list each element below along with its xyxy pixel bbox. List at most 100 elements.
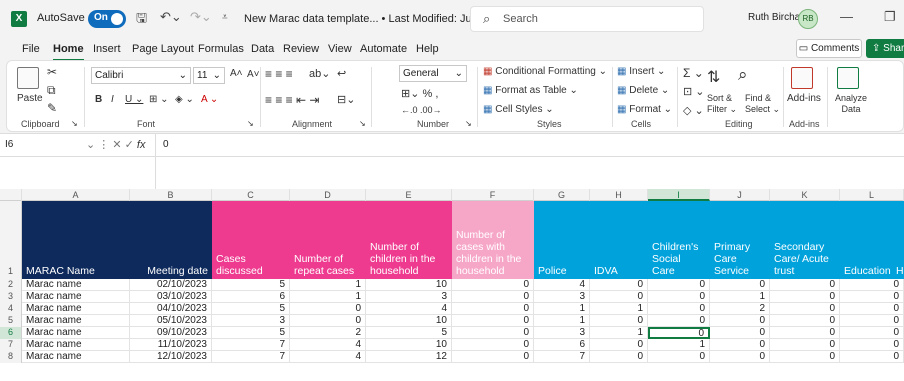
insert-cells-button[interactable]: ▦ Insert ⌄ — [617, 66, 665, 77]
table-cell[interactable]: 0 — [770, 351, 840, 363]
table-cell[interactable]: 3 — [212, 315, 290, 327]
name-box[interactable]: I6 — [5, 139, 13, 150]
header-repeat-cases[interactable]: Number of repeat cases — [290, 201, 366, 279]
tab-data[interactable]: Data — [251, 43, 274, 55]
table-cell[interactable]: 0 — [452, 279, 534, 291]
table-cell[interactable]: 0 — [452, 339, 534, 351]
sort-filter-icon[interactable]: ⇅ — [707, 67, 720, 87]
header-education[interactable]: Education — [840, 201, 896, 279]
cancel-icon[interactable]: ✕ — [112, 139, 121, 151]
table-cell[interactable]: 0 — [840, 327, 904, 339]
table-cell[interactable]: 3 — [534, 291, 590, 303]
table-cell[interactable]: 1 — [534, 315, 590, 327]
table-cell[interactable]: 5 — [212, 279, 290, 291]
format-as-table-button[interactable]: ▦ Format as Table ⌄ — [483, 85, 578, 96]
table-cell[interactable]: 0 — [452, 315, 534, 327]
header-idva[interactable]: IDVA — [590, 201, 648, 279]
row-header-3[interactable]: 3 — [0, 291, 22, 303]
header-police[interactable]: Police — [534, 201, 590, 279]
tab-file[interactable]: File — [22, 43, 40, 55]
table-cell[interactable]: 02/10/2023 — [130, 279, 212, 291]
clear-icon[interactable]: ◇ ⌄ — [683, 104, 704, 117]
currency-icon[interactable]: ⊞⌄ % , — [401, 87, 438, 100]
table-cell[interactable]: 0 — [648, 351, 710, 363]
table-cell[interactable]: 6 — [534, 339, 590, 351]
wrap-text-icon[interactable]: ↩ — [337, 67, 346, 80]
merge-center-icon[interactable]: ⊟⌄ — [337, 93, 355, 106]
format-cells-button[interactable]: ▦ Format ⌄ — [617, 104, 672, 115]
table-cell[interactable]: 5 — [212, 327, 290, 339]
table-cell[interactable]: 0 — [452, 327, 534, 339]
table-cell[interactable]: 0 — [648, 303, 710, 315]
addins-button[interactable]: Add-ins — [787, 93, 821, 104]
table-cell[interactable]: 0 — [710, 327, 770, 339]
column-header-a[interactable]: A — [22, 189, 130, 201]
increase-font-icon[interactable]: A˄ — [230, 68, 243, 79]
table-cell[interactable]: 0 — [590, 339, 648, 351]
font-size-select[interactable]: 11 ⌄ — [193, 67, 225, 84]
table-cell[interactable]: 10 — [366, 339, 452, 351]
table-cell[interactable]: 3 — [366, 291, 452, 303]
row-header-8[interactable]: 8 — [0, 351, 22, 363]
table-cell[interactable]: 2 — [710, 303, 770, 315]
table-cell[interactable]: 0 — [840, 303, 904, 315]
column-header-c[interactable]: C — [212, 189, 290, 201]
search-box[interactable]: ⌕ Search — [470, 6, 704, 32]
comments-button[interactable]: ▭ Comments — [796, 39, 862, 58]
table-cell[interactable]: 7 — [534, 351, 590, 363]
table-cell[interactable]: 0 — [770, 339, 840, 351]
tab-formulas[interactable]: Formulas — [198, 43, 244, 55]
table-cell[interactable]: Marac name — [22, 339, 130, 351]
table-cell[interactable]: 0 — [840, 351, 904, 363]
header-cases-with-children[interactable]: Number of cases with children in the hou… — [452, 201, 534, 279]
header-childrens-social-care[interactable]: Children's Social Care — [648, 201, 710, 279]
font-color-icon[interactable]: A ⌄ — [201, 94, 218, 105]
select-all-corner[interactable] — [0, 189, 22, 201]
table-cell[interactable]: 0 — [710, 339, 770, 351]
column-header-i[interactable]: I — [648, 189, 710, 201]
table-cell[interactable]: 6 — [212, 291, 290, 303]
find-select-button[interactable]: Find & Select ⌄ — [745, 93, 783, 115]
table-cell[interactable]: 3 — [534, 327, 590, 339]
worksheet-grid[interactable]: A B C D E F G H I J K L 1 MARAC Name Mee… — [0, 189, 904, 381]
italic-icon[interactable]: I — [111, 94, 114, 105]
row-header-6[interactable]: 6 — [0, 327, 22, 339]
font-name-select[interactable]: Calibri ⌄ — [91, 67, 191, 84]
table-cell[interactable]: 0 — [770, 303, 840, 315]
table-cell[interactable]: 0 — [648, 279, 710, 291]
cell-styles-button[interactable]: ▦ Cell Styles ⌄ — [483, 104, 554, 115]
table-cell[interactable]: 4 — [534, 279, 590, 291]
orientation-icon[interactable]: ab⌄ — [309, 67, 330, 80]
table-cell[interactable]: Marac name — [22, 315, 130, 327]
table-cell[interactable]: 0 — [648, 291, 710, 303]
table-cell[interactable]: 1 — [710, 291, 770, 303]
restore-icon[interactable]: ❐ — [884, 9, 896, 25]
column-header-k[interactable]: K — [770, 189, 840, 201]
table-cell[interactable]: 5 — [212, 303, 290, 315]
table-cell[interactable]: 03/10/2023 — [130, 291, 212, 303]
alignment-launcher-icon[interactable]: ↘ — [359, 119, 366, 128]
row-header-2[interactable]: 2 — [0, 279, 22, 291]
table-cell[interactable]: 0 — [840, 339, 904, 351]
table-cell[interactable]: 1 — [590, 327, 648, 339]
active-cell[interactable]: 0 — [648, 327, 710, 339]
table-cell[interactable]: Marac name — [22, 291, 130, 303]
table-cell[interactable]: 0 — [710, 315, 770, 327]
table-cell[interactable]: 0 — [710, 279, 770, 291]
tab-page-layout[interactable]: Page Layout — [132, 43, 194, 55]
decrease-font-icon[interactable]: A˅ — [247, 69, 260, 80]
header-cases-discussed[interactable]: Cases discussed — [212, 201, 290, 279]
tab-home[interactable]: Home — [53, 43, 84, 61]
cut-icon[interactable]: ✂ — [47, 65, 57, 79]
table-cell[interactable]: Marac name — [22, 303, 130, 315]
column-header-h[interactable]: H — [590, 189, 648, 201]
table-cell[interactable]: 0 — [590, 279, 648, 291]
table-cell[interactable]: 0 — [290, 315, 366, 327]
bold-icon[interactable]: B — [95, 94, 102, 105]
table-cell[interactable]: 04/10/2023 — [130, 303, 212, 315]
fill-icon[interactable]: ⊡ ⌄ — [683, 85, 705, 98]
table-cell[interactable]: 1 — [290, 291, 366, 303]
table-cell[interactable]: 1 — [534, 303, 590, 315]
table-cell[interactable]: 0 — [590, 351, 648, 363]
table-cell[interactable]: 0 — [648, 315, 710, 327]
